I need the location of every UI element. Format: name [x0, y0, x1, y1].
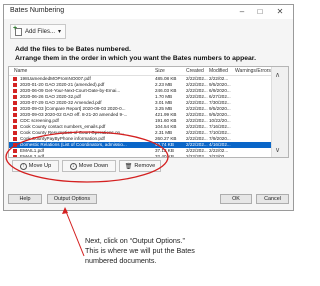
title-bar: Bates Numbering – □ ✕ — [4, 5, 293, 19]
file-name: EMAIL2.pdf — [20, 154, 45, 158]
add-files-button[interactable]: Add Files... ▾ — [10, 24, 67, 39]
pdf-icon — [13, 95, 17, 99]
column-header-size[interactable]: Size — [155, 68, 165, 74]
minimize-button[interactable]: – — [234, 6, 250, 17]
move-up-label: Move Up — [28, 163, 52, 169]
cancel-button[interactable]: Cancel — [256, 194, 289, 204]
pdf-icon — [13, 77, 17, 81]
pdf-icon — [13, 107, 17, 111]
callout-line-1: Next, click on “Output Options.” — [85, 236, 185, 245]
annotation-callout: Next, click on “Output Options.” This is… — [85, 236, 255, 266]
pdf-icon — [13, 89, 17, 93]
move-down-button[interactable]: ↓ Move Down — [62, 160, 116, 172]
pdf-icon — [13, 113, 17, 117]
callout-line-3: numbered documents. — [85, 256, 157, 265]
pdf-icon — [13, 149, 17, 153]
file-modified: 2/22/02... — [209, 154, 229, 158]
file-list[interactable]: Name Size Created Modified Warnings/Erro… — [8, 66, 289, 158]
instruction-line-1: Add the files to be Bates numbered. — [15, 46, 131, 53]
pdf-icon — [13, 101, 17, 105]
add-files-label: Add Files... — [25, 28, 56, 35]
move-up-button[interactable]: ↑ Move Up — [12, 160, 59, 172]
move-up-icon: ↑ — [19, 162, 27, 170]
ok-button[interactable]: OK — [220, 194, 252, 204]
maximize-button[interactable]: □ — [252, 6, 268, 17]
pdf-icon — [13, 137, 17, 141]
chevron-down-icon: ▾ — [58, 29, 62, 35]
move-down-icon: ↓ — [69, 162, 77, 170]
pdf-icon — [13, 125, 17, 129]
close-button[interactable]: ✕ — [272, 6, 288, 17]
callout-line-2: This is where we will put the Bates — [85, 246, 195, 255]
vertical-scrollbar[interactable]: ∧ ∨ — [271, 67, 288, 157]
pdf-icon — [13, 119, 17, 123]
trash-icon: 🗑 — [124, 163, 133, 170]
pdf-icon — [13, 131, 17, 135]
column-header-name[interactable]: Name — [14, 68, 27, 74]
column-header-modified[interactable]: Modified — [209, 68, 228, 74]
file-created: 2/22/202... — [186, 154, 208, 158]
help-button[interactable]: Help — [8, 194, 42, 204]
add-files-icon — [13, 25, 22, 36]
file-row[interactable]: EMAIL2.pdf 32.40 KB 2/22/202... 2/22/02... — [9, 154, 271, 158]
column-header-created[interactable]: Created — [186, 68, 204, 74]
window-title: Bates Numbering — [10, 7, 65, 14]
scroll-down-icon[interactable]: ∨ — [275, 146, 280, 154]
output-options-button[interactable]: Output Options — [47, 194, 97, 204]
move-down-label: Move Down — [78, 163, 109, 169]
scroll-up-icon[interactable]: ∧ — [275, 71, 280, 79]
column-header-warnings[interactable]: Warnings/Errors — [235, 68, 271, 74]
remove-label: Remove — [134, 163, 156, 169]
bates-numbering-dialog: Bates Numbering – □ ✕ Add Files... ▾ Add… — [3, 4, 294, 211]
annotation-arrow-line — [64, 208, 85, 257]
instruction-line-2: Arrange them in the order in which you w… — [15, 55, 256, 62]
file-size: 32.40 KB — [155, 154, 174, 158]
pdf-icon — [13, 143, 17, 147]
pdf-icon — [13, 83, 17, 87]
pdf-icon — [13, 155, 17, 157]
remove-button[interactable]: 🗑 Remove — [119, 160, 161, 172]
